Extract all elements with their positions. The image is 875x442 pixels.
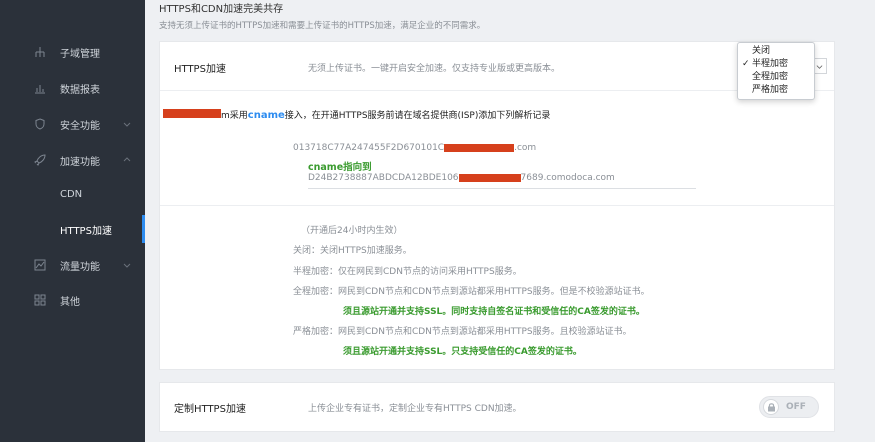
cname-instruction: m采用cname接入，在开通HTTPS服务前请在域名提供商(ISP)添加下列解析… [221, 110, 551, 121]
sidebar-item-subdomain[interactable]: 子域管理 [0, 34, 145, 70]
page-title: HTTPS和CDN加速完美共存 [159, 4, 284, 15]
note-off: 关闭：关闭HTTPS加速服务。 [293, 246, 412, 256]
https-card: HTTPS加速 无须上传证书。一键开启安全加速。仅支持专业版或更高版本。 m采用… [159, 41, 835, 370]
sidebar-item-acceleration[interactable]: 加速功能 [0, 142, 145, 178]
divider [160, 205, 834, 206]
chevron-down-icon [123, 263, 131, 268]
custom-https-desc: 上传企业专有证书，定制企业专有HTTPS CDN加速。 [308, 404, 522, 414]
sidebar-item-label: 安全功能 [60, 120, 100, 132]
grid-icon [34, 294, 46, 306]
sidebar-item-label: 加速功能 [60, 156, 100, 168]
rocket-icon [34, 154, 46, 166]
custom-https-toggle[interactable]: OFF [759, 396, 819, 418]
cname-record-target: D24B2738887ABDCDA12BDE106 7689.comodoca.c… [308, 173, 615, 183]
dropdown-option-strict[interactable]: 严格加密 [738, 84, 814, 97]
lock-icon [763, 399, 779, 415]
note-full-requirement: 须且源站开通并支持SSL。同时支持自签名证书和受信任的CA签发的证书。 [343, 307, 645, 317]
record-underline [308, 188, 696, 189]
bar-chart-icon [34, 82, 46, 94]
sidebar-item-reports[interactable]: 数据报表 [0, 70, 145, 106]
dropdown-option-half[interactable]: ✓ 半程加密 [738, 58, 814, 71]
dropdown-option-full[interactable]: 全程加密 [738, 71, 814, 84]
sidebar-item-traffic[interactable]: 流量功能 [0, 247, 145, 283]
dropdown-option-off[interactable]: 关闭 [738, 45, 814, 58]
sidebar-item-label: CDN [60, 188, 83, 200]
note-effect: （开通后24小时内生效） [301, 226, 403, 236]
cname-point-to-label: cname指向到 [308, 162, 372, 173]
sidebar-item-https[interactable]: HTTPS加速 [0, 211, 145, 247]
page-description: 支持无须上传证书的HTTPS加速和需要上传证书的HTTPS加速，满足企业的不同需… [159, 21, 486, 31]
sidebar-item-label: 数据报表 [60, 84, 100, 96]
sitemap-icon [34, 46, 46, 58]
toggle-state-label: OFF [786, 402, 806, 412]
checkmark-icon: ✓ [742, 59, 750, 69]
shield-icon [34, 118, 46, 130]
sidebar-item-security[interactable]: 安全功能 [0, 106, 145, 142]
note-strict: 严格加密：网民到CDN节点和CDN节点到源站都采用HTTPS服务。且校验源站证书… [293, 327, 632, 337]
chevron-down-icon [816, 64, 823, 69]
note-full: 全程加密：网民到CDN节点和CDN节点到源站都采用HTTPS服务。但是不校验源站… [293, 287, 650, 297]
divider [160, 90, 834, 91]
sidebar-item-label: 其他 [60, 296, 80, 308]
note-strict-requirement: 须且源站开通并支持SSL。只支持受信任的CA签发的证书。 [343, 347, 582, 357]
main-content: HTTPS和CDN加速完美共存 支持无须上传证书的HTTPS加速和需要上传证书的… [145, 0, 875, 442]
https-row-desc: 无须上传证书。一键开启安全加速。仅支持专业版或更高版本。 [308, 64, 561, 74]
https-mode-dropdown-menu: 关闭 ✓ 半程加密 全程加密 严格加密 [737, 42, 815, 100]
sidebar: 子域管理 数据报表 安全功能 加速功能 CDN HTTPS加速 流量功能 其他 [0, 0, 145, 442]
custom-https-label: 定制HTTPS加速 [174, 404, 246, 415]
chevron-down-icon [123, 122, 131, 127]
sidebar-item-label: 子域管理 [60, 48, 100, 60]
chevron-up-icon [123, 157, 131, 162]
redaction-block [163, 109, 221, 118]
https-mode-select[interactable] [813, 58, 827, 74]
sidebar-item-label: HTTPS加速 [60, 225, 112, 237]
cname-record-host: 013718C77A247455F2D670101C .com [293, 143, 537, 153]
note-half: 半程加密：仅在网民到CDN节点的访问采用HTTPS服务。 [293, 267, 522, 277]
custom-https-card: 定制HTTPS加速 上传企业专有证书，定制企业专有HTTPS CDN加速。 [159, 382, 835, 432]
image-chart-icon [34, 259, 46, 271]
sidebar-item-cdn[interactable]: CDN [0, 176, 145, 212]
https-row-label: HTTPS加速 [174, 64, 226, 75]
sidebar-item-other[interactable]: 其他 [0, 282, 145, 318]
sidebar-item-label: 流量功能 [60, 261, 100, 273]
